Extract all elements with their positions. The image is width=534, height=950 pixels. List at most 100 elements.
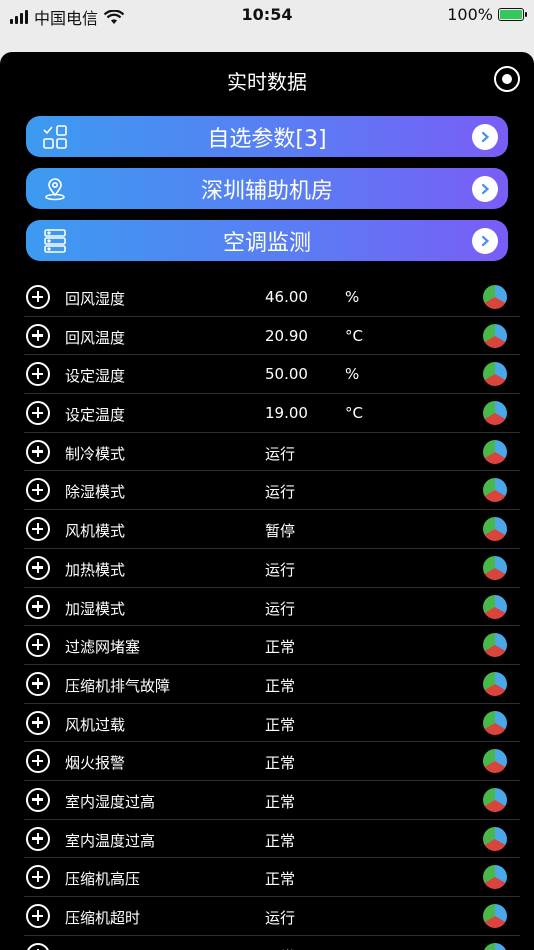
list-item[interactable]: 室内温度过高 正常 <box>24 820 520 859</box>
param-value: 运行 <box>265 909 296 927</box>
param-value: 46.00 <box>265 288 308 306</box>
param-name: 风机模式 <box>65 522 126 541</box>
add-plus-icon[interactable] <box>26 865 50 890</box>
add-plus-icon[interactable] <box>26 555 50 580</box>
pie-chart-icon[interactable] <box>483 439 507 464</box>
list-item[interactable]: 压缩机排气故障 正常 <box>24 665 520 704</box>
list-item[interactable]: 回风温度 20.90 °C <box>24 317 520 356</box>
add-plus-icon[interactable] <box>26 826 50 851</box>
list-item[interactable]: 设定温度 19.00 °C <box>24 394 520 433</box>
param-value: 正常 <box>265 870 296 889</box>
pie-chart-icon[interactable] <box>483 710 507 735</box>
param-name: 风机过载 <box>65 715 126 734</box>
add-plus-icon[interactable] <box>26 787 50 812</box>
pie-chart-icon[interactable] <box>483 555 507 580</box>
param-name: 压缩机高压 <box>65 870 141 889</box>
param-value: 50.00 <box>265 365 308 384</box>
status-bar: 中国电信 10:54 100% <box>0 0 534 30</box>
add-plus-icon[interactable] <box>26 904 50 928</box>
device-select-button[interactable]: 空调监测 <box>26 220 508 261</box>
pie-chart-icon[interactable] <box>483 904 507 928</box>
location-pin-icon <box>45 178 65 201</box>
param-name: 回风温度 <box>65 328 126 347</box>
param-value: 正常 <box>265 676 296 695</box>
list-item[interactable]: 正常 <box>24 936 520 950</box>
param-name: 除湿模式 <box>65 483 126 502</box>
param-name: 压缩机超时 <box>65 909 141 927</box>
pie-chart-icon[interactable] <box>483 285 507 309</box>
param-name: 过滤网堵塞 <box>65 638 141 657</box>
param-name: 加热模式 <box>65 560 126 579</box>
realtime-data-sheet: 实时数据 自选参数[3] 深圳辅助机房 空调监测 回风湿度 46.00 % 回风… <box>0 52 534 950</box>
list-item[interactable]: 设定湿度 50.00 % <box>24 355 520 395</box>
pie-chart-icon[interactable] <box>483 633 507 658</box>
parameter-list: 回风湿度 46.00 % 回风温度 20.90 °C 设定湿度 50.00 % … <box>0 278 534 950</box>
add-plus-icon[interactable] <box>26 401 50 426</box>
param-value: 运行 <box>265 599 296 618</box>
param-value: 正常 <box>265 715 296 734</box>
page-title: 实时数据 <box>227 70 307 94</box>
param-value: 运行 <box>265 560 296 579</box>
list-item[interactable]: 室内湿度过高 正常 <box>24 781 520 820</box>
param-name: 加湿模式 <box>65 599 126 618</box>
record-dot-icon <box>502 74 512 84</box>
pie-chart-icon[interactable] <box>483 671 507 696</box>
param-name: 烟火报警 <box>65 754 126 773</box>
pie-chart-icon[interactable] <box>483 323 507 348</box>
list-item[interactable]: 压缩机高压 正常 <box>24 858 520 897</box>
add-plus-icon[interactable] <box>26 362 50 387</box>
add-plus-icon[interactable] <box>26 285 50 309</box>
add-plus-icon[interactable] <box>26 517 50 542</box>
chevron-right-icon <box>472 228 498 254</box>
add-plus-icon[interactable] <box>26 633 50 658</box>
pie-chart-icon[interactable] <box>483 787 507 812</box>
add-plus-icon[interactable] <box>26 594 50 619</box>
chevron-right-icon <box>472 176 498 202</box>
param-name: 室内温度过高 <box>65 831 156 850</box>
custom-params-label: 自选参数[3] <box>207 126 327 152</box>
pie-chart-icon[interactable] <box>483 826 507 851</box>
battery-percent: 100% <box>447 5 493 24</box>
pie-chart-icon[interactable] <box>483 517 507 542</box>
param-name: 设定温度 <box>65 406 126 425</box>
add-plus-icon[interactable] <box>26 942 50 950</box>
param-name: 回风湿度 <box>65 290 126 308</box>
param-value: 正常 <box>265 946 295 950</box>
add-plus-icon[interactable] <box>26 439 50 464</box>
list-item[interactable]: 风机过载 正常 <box>24 704 520 743</box>
param-name: 压缩机排气故障 <box>65 676 171 695</box>
param-value: 运行 <box>265 483 296 502</box>
list-item[interactable]: 压缩机超时 运行 <box>24 897 520 936</box>
param-value: 暂停 <box>265 522 296 541</box>
pie-chart-icon[interactable] <box>483 362 507 387</box>
pie-chart-icon[interactable] <box>483 865 507 890</box>
pie-chart-icon[interactable] <box>483 478 507 503</box>
add-plus-icon[interactable] <box>26 671 50 696</box>
record-button[interactable] <box>494 66 520 92</box>
list-item[interactable]: 制冷模式 运行 <box>24 433 520 472</box>
list-item[interactable]: 风机模式 暂停 <box>24 510 520 549</box>
custom-params-button[interactable]: 自选参数[3] <box>26 116 508 157</box>
pie-chart-icon[interactable] <box>483 401 507 426</box>
param-value: 正常 <box>265 638 296 657</box>
param-unit: °C <box>345 326 363 345</box>
param-value: 正常 <box>265 831 296 850</box>
list-item[interactable]: 除湿模式 运行 <box>24 471 520 511</box>
room-select-label: 深圳辅助机房 <box>200 178 333 204</box>
list-item[interactable]: 加湿模式 运行 <box>24 588 520 627</box>
pie-chart-icon[interactable] <box>483 594 507 619</box>
chevron-right-icon <box>472 124 498 150</box>
pie-chart-icon[interactable] <box>483 942 507 950</box>
list-item[interactable]: 加热模式 运行 <box>24 549 520 588</box>
add-plus-icon[interactable] <box>26 478 50 503</box>
pie-chart-icon[interactable] <box>483 749 507 774</box>
add-plus-icon[interactable] <box>26 710 50 735</box>
add-plus-icon[interactable] <box>26 749 50 774</box>
room-select-button[interactable]: 深圳辅助机房 <box>26 168 508 209</box>
list-item[interactable]: 过滤网堵塞 正常 <box>24 626 520 665</box>
param-unit: °C <box>345 404 363 423</box>
list-item[interactable]: 烟火报警 正常 <box>24 742 520 781</box>
add-plus-icon[interactable] <box>26 323 50 348</box>
list-item[interactable]: 回风湿度 46.00 % <box>24 278 520 317</box>
param-name: 室内湿度过高 <box>65 792 156 811</box>
